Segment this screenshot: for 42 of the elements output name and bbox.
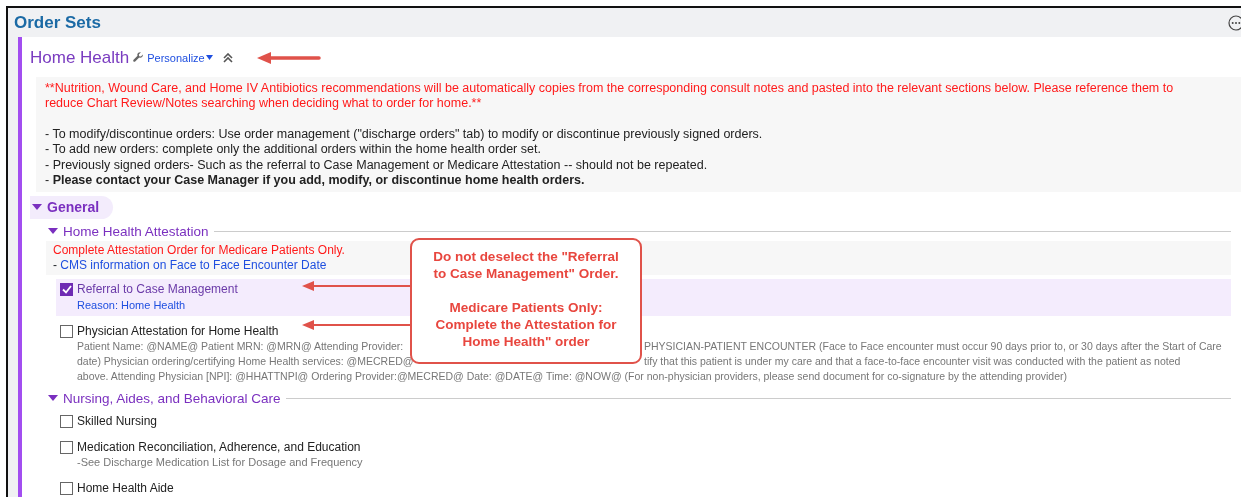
callout-text: Medicare Patients Only: Complete the Attestation for Home Health" order [434, 299, 618, 350]
callout-text: Do not deselect the "Referral to Case Management" Order. [432, 248, 620, 282]
instruction-text: - Please contact your Case Manager if you add, modify, or discontinue home health orders. [45, 173, 586, 189]
order-label: Skilled Nursing [77, 413, 158, 429]
personalize-link[interactable]: Personalize [147, 49, 205, 66]
detail-text: Patient Name: @NAME@ Patient MRN: @MRN@ Attending Provider: [77, 338, 404, 354]
section-title: General [47, 197, 100, 217]
order-label: Home Health Aide [77, 480, 174, 496]
info-link[interactable]: CMS information on Face to Face Encounter Date [60, 257, 327, 272]
group-title: Nursing, Aides, and Behavioral Care [63, 389, 281, 407]
note-text: Complete Attestation Order for Medicare Patients Only. [53, 242, 345, 258]
warning-text: **Nutrition, Wound Care, and Home IV Antibiotics recommendations will be automatically copies from the corresponding consult notes and pasted into the relevant sections below. Please reference them to reduce Chart Review/Notes searching when deciding what to order for home.** [45, 80, 1175, 112]
collapse-icon[interactable] [222, 52, 233, 63]
expand-icon[interactable] [48, 228, 58, 234]
expand-icon[interactable] [32, 204, 42, 210]
instruction-text: - Previously signed orders- Such as the referral to Case Management or Medicare Attestation -- should not be repeated. [45, 157, 709, 173]
section-header[interactable]: General [30, 195, 114, 219]
more-icon[interactable] [1228, 14, 1241, 31]
caret-icon[interactable] [205, 55, 213, 61]
order-label: Medication Reconciliation, Adherence, and Education [77, 439, 361, 455]
instruction-text: - To modify/discontinue orders: Use order management ("discharge orders" tab) to modify or discontinue previously signed orders. [45, 126, 764, 142]
window-title: Order Sets [14, 11, 101, 34]
arrow-annotation [256, 50, 321, 65]
detail-text: PHYSICIAN-PATIENT ENCOUNTER (Face to Face encounter must occur 90 days prior to, or 30 days after the Start of Care [644, 338, 1222, 354]
checkbox[interactable] [60, 481, 73, 495]
detail-text: above. Attending Physician [NPI]: @HHATTNPI@ Ordering Provider:@MECRED@ Date: @DATE@ Time: @NOW@ (For non-physician providers, please send document for co-signature by the attending provider) [77, 368, 1067, 384]
order-label: Referral to Case Management [77, 281, 238, 297]
detail-text: tify that this patient is under my care and that a face-to-face encounter visit was conducted with the patient as noted [644, 353, 1181, 369]
dash-text: - [53, 257, 57, 272]
reason-text: Reason: Home Health [77, 297, 186, 313]
wrench-icon [133, 52, 145, 64]
checkbox[interactable] [60, 282, 73, 296]
order-set-title: Home Health [30, 47, 130, 69]
order-label: Physician Attestation for Home Health [77, 323, 279, 339]
detail-text: date) Physician ordering/certifying Home Health services: @MECRED@ [77, 353, 414, 369]
instruction-text: - To add new orders: complete only the additional orders within the home health order set. [45, 142, 542, 158]
expand-icon[interactable] [48, 395, 58, 401]
group-title: Home Health Attestation [63, 222, 209, 240]
description-text: -See Discharge Medication List for Dosage and Frequency [77, 454, 363, 470]
checkbox[interactable] [60, 440, 73, 454]
checkbox[interactable] [60, 324, 73, 338]
checkbox[interactable] [60, 414, 73, 428]
